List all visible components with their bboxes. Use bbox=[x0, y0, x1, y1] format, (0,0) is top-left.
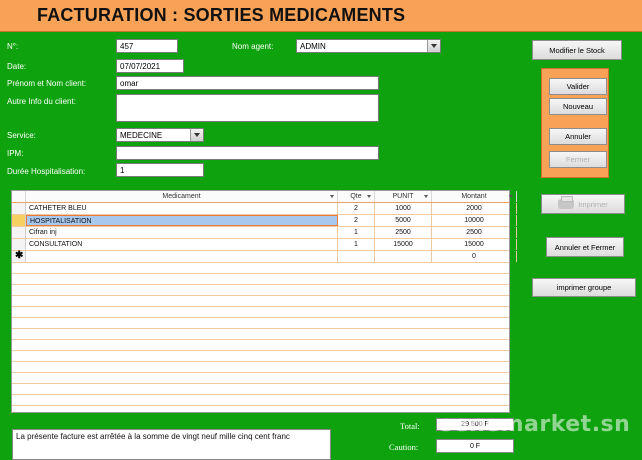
cell-qte[interactable]: 1 bbox=[338, 227, 375, 238]
chevron-down-icon[interactable] bbox=[427, 40, 440, 52]
duree-label: Durée Hospitalisation: bbox=[7, 167, 86, 176]
total-field: 29 500 F bbox=[436, 418, 514, 431]
cell-qte[interactable]: 2 bbox=[338, 203, 375, 214]
cell-punit[interactable]: 1000 bbox=[375, 203, 432, 214]
chevron-down-icon[interactable] bbox=[190, 129, 203, 141]
caution-label: Caution: bbox=[389, 442, 419, 452]
cell-punit[interactable] bbox=[375, 251, 432, 262]
client-label: Prénom et Nom client: bbox=[7, 79, 87, 88]
agent-label: Nom agent: bbox=[232, 42, 274, 51]
ipm-field[interactable] bbox=[116, 146, 379, 160]
col-punit[interactable]: PUNIT bbox=[375, 191, 432, 202]
cell-medicament[interactable]: CATHETER BLEU bbox=[26, 203, 338, 214]
row-selector[interactable] bbox=[12, 203, 26, 214]
amount-in-words: La présente facture est arrêtée à la som… bbox=[12, 429, 331, 460]
table-row[interactable]: CATHETER BLEU 2 1000 2000 bbox=[12, 203, 517, 215]
medicament-grid: Medicament Qte PUNIT Montant CATHETER BL… bbox=[11, 190, 517, 413]
imprimer-button[interactable]: Imprimer bbox=[541, 194, 625, 214]
grid-header: Medicament Qte PUNIT Montant bbox=[12, 191, 517, 203]
new-record-row[interactable]: ✱ 0 bbox=[12, 250, 517, 263]
no-label: N°: bbox=[7, 42, 19, 51]
table-row[interactable]: CONSULTATION 1 15000 15000 bbox=[12, 239, 517, 251]
no-field[interactable]: 457 bbox=[116, 39, 178, 53]
info-label: Autre Info du client: bbox=[7, 97, 76, 106]
cell-medicament[interactable]: HOSPITALISATION bbox=[26, 215, 338, 226]
agent-value: ADMIN bbox=[300, 42, 326, 51]
total-label: Total: bbox=[400, 421, 420, 431]
fermer-button[interactable]: Fermer bbox=[549, 151, 607, 168]
ipm-label: IPM: bbox=[7, 149, 24, 158]
table-row-selected[interactable]: HOSPITALISATION 2 5000 10000 bbox=[12, 215, 517, 227]
sort-arrow-icon[interactable] bbox=[367, 195, 371, 198]
cell-montant[interactable]: 2000 bbox=[432, 203, 517, 214]
service-select[interactable]: MEDECINE bbox=[116, 128, 204, 142]
cell-montant[interactable]: 15000 bbox=[432, 239, 517, 250]
cell-medicament[interactable] bbox=[26, 251, 338, 262]
sort-arrow-icon[interactable] bbox=[330, 195, 334, 198]
row-selector[interactable] bbox=[12, 239, 26, 250]
nouveau-button[interactable]: Nouveau bbox=[549, 98, 607, 115]
service-label: Service: bbox=[7, 131, 36, 140]
annuler-button[interactable]: Annuler bbox=[549, 128, 607, 145]
imprimer-label: Imprimer bbox=[578, 199, 608, 209]
cell-montant[interactable]: 10000 bbox=[432, 215, 517, 226]
cell-punit[interactable]: 15000 bbox=[375, 239, 432, 250]
cell-medicament[interactable]: Cifran inj bbox=[26, 227, 338, 238]
sort-arrow-icon[interactable] bbox=[509, 195, 513, 198]
page-title: FACTURATION : SORTIES MEDICAMENTS bbox=[37, 5, 406, 25]
imprimer-groupe-button[interactable]: imprimer groupe bbox=[532, 278, 636, 297]
col-montant[interactable]: Montant bbox=[432, 191, 517, 202]
grid-empty-area bbox=[12, 263, 509, 412]
modifier-stock-button[interactable]: Modifier le Stock bbox=[532, 40, 622, 60]
cell-montant[interactable]: 2500 bbox=[432, 227, 517, 238]
client-field[interactable]: omar bbox=[116, 76, 379, 90]
cell-qte[interactable]: 1 bbox=[338, 239, 375, 250]
table-row[interactable]: Cifran inj 1 2500 2500 bbox=[12, 227, 517, 239]
sort-arrow-icon[interactable] bbox=[424, 195, 428, 198]
title-bar: FACTURATION : SORTIES MEDICAMENTS bbox=[0, 0, 642, 32]
agent-select[interactable]: ADMIN bbox=[296, 39, 441, 53]
valider-button[interactable]: Valider bbox=[549, 78, 607, 95]
col-qte[interactable]: Qte bbox=[338, 191, 375, 202]
cell-punit[interactable]: 5000 bbox=[375, 215, 432, 226]
new-record-icon: ✱ bbox=[15, 250, 24, 261]
cell-medicament[interactable]: CONSULTATION bbox=[26, 239, 338, 250]
annuler-fermer-button[interactable]: Annuler et Fermer bbox=[546, 237, 624, 257]
printer-icon bbox=[558, 196, 575, 209]
cell-qte[interactable]: 2 bbox=[338, 215, 375, 226]
row-selector[interactable] bbox=[12, 215, 26, 226]
cell-punit[interactable]: 2500 bbox=[375, 227, 432, 238]
service-value: MEDECINE bbox=[120, 131, 163, 140]
cell-montant[interactable]: 0 bbox=[432, 251, 517, 262]
grid-corner[interactable] bbox=[12, 191, 26, 202]
info-field[interactable] bbox=[116, 94, 379, 122]
date-field[interactable]: 07/07/2021 bbox=[116, 59, 184, 73]
cell-qte[interactable] bbox=[338, 251, 375, 262]
date-label: Date: bbox=[7, 62, 27, 71]
col-medicament[interactable]: Medicament bbox=[26, 191, 338, 202]
row-selector[interactable]: ✱ bbox=[12, 250, 26, 262]
caution-field[interactable]: 0 F bbox=[436, 439, 514, 453]
row-selector[interactable] bbox=[12, 227, 26, 238]
duree-field[interactable]: 1 bbox=[116, 163, 204, 177]
